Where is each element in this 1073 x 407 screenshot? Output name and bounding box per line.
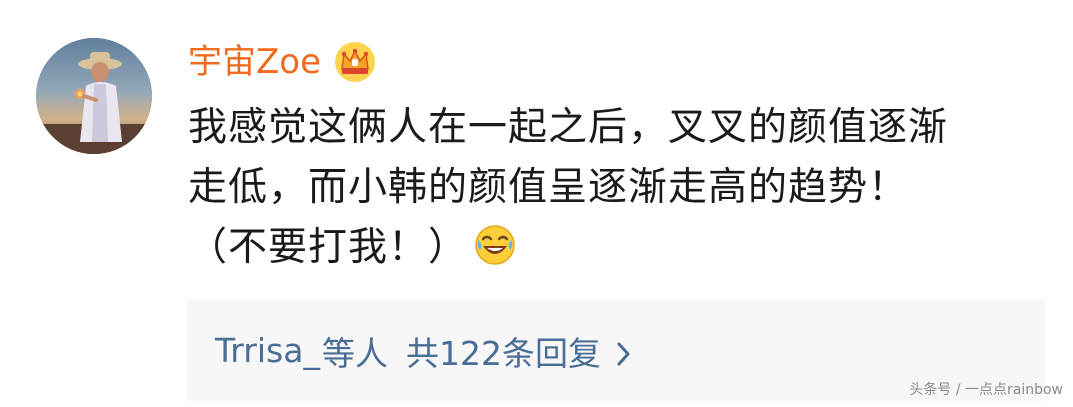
chevron-right-icon	[615, 337, 633, 365]
view-replies-link[interactable]: Trrisa_ 等人 共122条回复	[215, 327, 633, 375]
reply-count: 共122条回复	[405, 333, 601, 373]
crown-icon	[333, 40, 377, 84]
avatar-image	[36, 38, 152, 154]
laugh-cry-emoji-icon	[474, 224, 516, 266]
username[interactable]: 宇宙Zoe	[188, 34, 321, 90]
comment-card: 宇宙Zoe 我感觉这俩人在一起之后，叉叉的颜值逐渐 走低，而小韩的颜值呈逐渐走高…	[0, 0, 1073, 407]
comment-line-2: 走低，而小韩的颜值呈逐渐走高的趋势！	[188, 165, 909, 210]
comment-body: 我感觉这俩人在一起之后，叉叉的颜值逐渐 走低，而小韩的颜值呈逐渐走高的趋势！ （…	[188, 98, 1058, 278]
comment-line-1: 我感觉这俩人在一起之后，叉叉的颜值逐渐	[188, 105, 949, 150]
avatar[interactable]	[36, 38, 152, 154]
watermark: 头条号 / 一点点rainbow	[909, 382, 1063, 398]
comment-line-3-text: （不要打我！）	[188, 225, 469, 270]
reply-users-suffix: 等人	[321, 333, 388, 373]
reply-users: Trrisa_	[215, 331, 320, 370]
comment-header: 宇宙Zoe	[188, 34, 377, 90]
comment-line-3: （不要打我！）	[188, 218, 1058, 278]
